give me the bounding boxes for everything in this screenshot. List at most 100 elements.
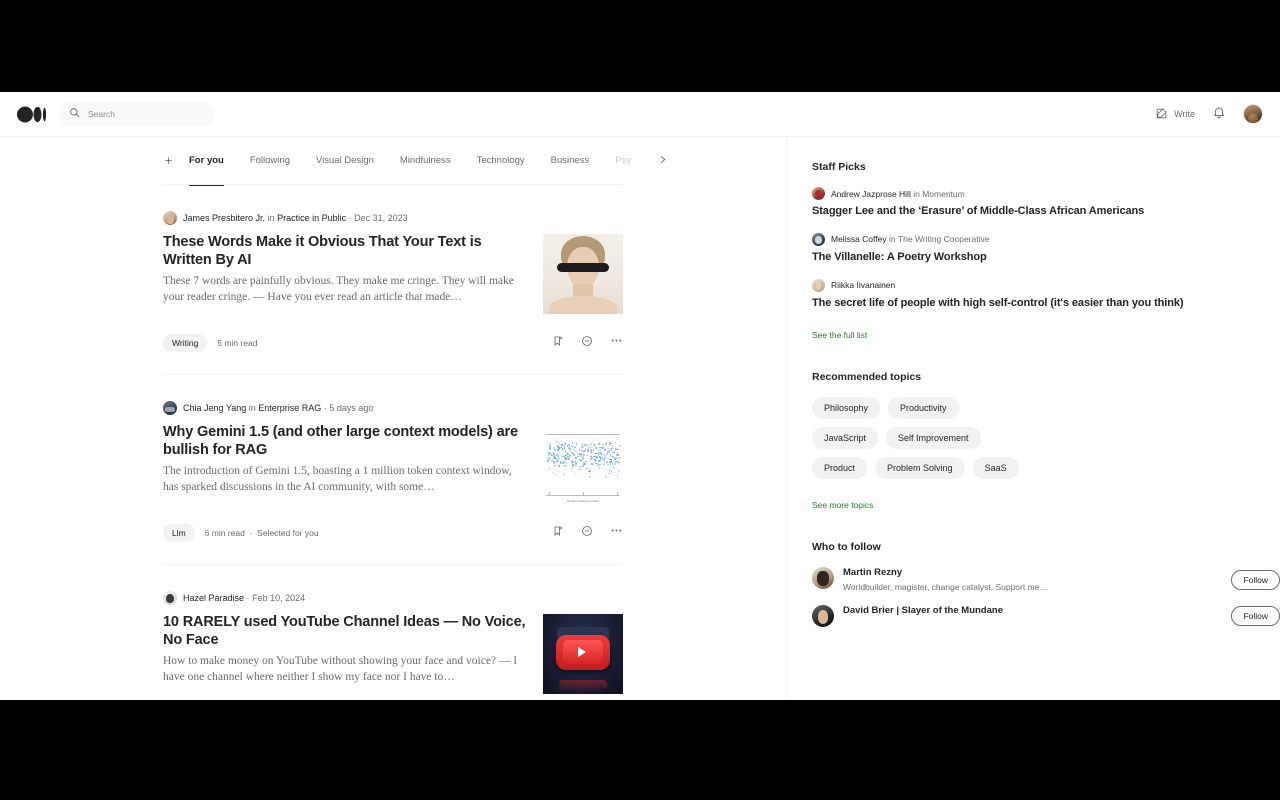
- topic-chip-philosophy[interactable]: Philosophy: [812, 396, 881, 419]
- article-excerpt: How to make money on YouTube without sho…: [163, 655, 518, 684]
- bookmark-plus-icon: [552, 334, 564, 352]
- suggestion-avatar[interactable]: [812, 605, 834, 628]
- topics-list: Philosophy Productivity JavaScript Self …: [812, 396, 1027, 479]
- article-card[interactable]: Hazel Paradise · Feb 10, 2024 10 RARELY …: [163, 565, 623, 700]
- tab-following[interactable]: Following: [250, 137, 290, 185]
- feed-tabs: For you Following Visual Design Mindfuln…: [163, 137, 666, 186]
- tab-business[interactable]: Business: [551, 137, 590, 185]
- pick-author[interactable]: Andrew Jazprose Hill: [831, 189, 911, 199]
- see-full-list-link[interactable]: See the full list: [812, 330, 867, 340]
- topic-chip-product[interactable]: Product: [812, 456, 868, 479]
- article-meta: James Presbitero Jr. in Practice in Publ…: [163, 211, 623, 225]
- pick-publication[interactable]: The Writing Cooperative: [898, 234, 990, 244]
- suggestion-bio: Worldbuilder, magister, change catalyst.…: [843, 581, 1048, 592]
- pick-author-avatar[interactable]: [812, 232, 825, 246]
- search-box[interactable]: [59, 102, 215, 126]
- more-options-button[interactable]: [610, 334, 623, 352]
- article-byline: Hazel Paradise · Feb 10, 2024: [183, 593, 305, 603]
- follow-button[interactable]: Follow: [1231, 606, 1280, 627]
- tab-technology[interactable]: Technology: [477, 137, 525, 185]
- topic-chip-saas[interactable]: SaaS: [972, 456, 1019, 479]
- ellipsis-icon: [610, 524, 623, 542]
- author-avatar[interactable]: [163, 211, 177, 225]
- notifications-button[interactable]: [1212, 105, 1226, 124]
- article-tag[interactable]: Writing: [163, 334, 208, 352]
- recommended-topics-section: Recommended topics Philosophy Productivi…: [812, 371, 1280, 513]
- pick-title[interactable]: The secret life of people with high self…: [812, 297, 1280, 311]
- browser-viewport: Write: [0, 92, 1280, 700]
- write-button[interactable]: Write: [1155, 107, 1195, 122]
- pick-title[interactable]: Stagger Lee and the ‘Erasure’ of Middle-…: [812, 205, 1280, 219]
- bookmark-plus-icon: [552, 524, 564, 542]
- minus-circle-icon: [581, 524, 593, 542]
- suggestion-name[interactable]: Martin Rezny: [843, 567, 1222, 579]
- article-thumbnail[interactable]: Number of tokens in context: [543, 424, 623, 504]
- tabs-next-button[interactable]: [657, 152, 668, 170]
- article-meta: Chia Jeng Yang in Enterprise RAG · 5 day…: [163, 401, 623, 415]
- author-avatar[interactable]: [163, 591, 177, 605]
- pick-author-avatar[interactable]: [812, 278, 825, 292]
- staff-pick-item[interactable]: Andrew Jazprose Hill in Momentum Stagger…: [812, 187, 1280, 219]
- article-date: Dec 31, 2023: [354, 213, 408, 223]
- selected-for-you-label: Selected for you: [257, 528, 319, 538]
- suggestion-name[interactable]: David Brier | Slayer of the Mundane: [843, 605, 1222, 617]
- author-name[interactable]: James Presbitero Jr.: [183, 213, 265, 223]
- article-card[interactable]: Chia Jeng Yang in Enterprise RAG · 5 day…: [163, 375, 623, 565]
- header-actions: Write: [1155, 104, 1263, 124]
- article-thumbnail[interactable]: [543, 614, 623, 694]
- staff-pick-item[interactable]: Melissa Coffey in The Writing Cooperativ…: [812, 232, 1280, 265]
- topic-chip-self-improvement[interactable]: Self Improvement: [886, 426, 981, 449]
- author-name[interactable]: Chia Jeng Yang: [183, 403, 246, 413]
- article-meta: Hazel Paradise · Feb 10, 2024: [163, 591, 623, 605]
- article-excerpt: These 7 words are painfully obvious. The…: [163, 275, 514, 304]
- pick-title[interactable]: The Villanelle: A Poetry Workshop: [812, 251, 1280, 265]
- article-card[interactable]: James Presbitero Jr. in Practice in Publ…: [163, 185, 623, 375]
- tab-psychology[interactable]: Psy: [615, 137, 631, 185]
- staff-picks-section: Staff Picks Andrew Jazprose Hill in Mome…: [812, 161, 1280, 343]
- article-excerpt: The introduction of Gemini 1.5, boasting…: [163, 465, 512, 494]
- tab-visual-design[interactable]: Visual Design: [316, 137, 374, 185]
- pick-author[interactable]: Riikka Iivanainen: [831, 280, 895, 290]
- topic-chip-productivity[interactable]: Productivity: [888, 396, 959, 419]
- tab-for-you[interactable]: For you: [189, 137, 224, 186]
- author-name[interactable]: Hazel Paradise: [183, 593, 244, 603]
- article-read-time: 5 min read: [217, 338, 258, 348]
- user-avatar[interactable]: [1243, 104, 1263, 124]
- article-title[interactable]: Why Gemini 1.5 (and other large context …: [163, 424, 529, 459]
- article-title[interactable]: 10 RARELY used YouTube Channel Ideas — N…: [163, 614, 529, 649]
- see-more-topics-link[interactable]: See more topics: [812, 500, 873, 510]
- publication-name[interactable]: Enterprise RAG: [258, 403, 321, 413]
- page-body: For you Following Visual Design Mindfuln…: [0, 137, 1280, 700]
- bell-icon: [1212, 105, 1226, 124]
- sidebar: Staff Picks Andrew Jazprose Hill in Mome…: [787, 137, 1280, 700]
- article-title[interactable]: These Words Make it Obvious That Your Te…: [163, 234, 529, 269]
- who-to-follow-title: Who to follow: [812, 540, 881, 553]
- follow-button[interactable]: Follow: [1231, 570, 1280, 590]
- more-options-button[interactable]: [610, 524, 623, 542]
- article-date: Feb 10, 2024: [252, 593, 306, 603]
- pencil-square-icon: [1155, 107, 1168, 122]
- recommended-topics-title: Recommended topics: [812, 370, 922, 383]
- pick-publication[interactable]: Momentum: [922, 189, 965, 199]
- staff-pick-item[interactable]: Riikka Iivanainen The secret life of peo…: [812, 278, 1280, 311]
- pick-author[interactable]: Melissa Coffey: [831, 234, 887, 244]
- topic-chip-problem-solving[interactable]: Problem Solving: [875, 456, 965, 479]
- tab-mindfulness[interactable]: Mindfulness: [400, 137, 451, 185]
- follow-suggestion: Martin Rezny Worldbuilder, magister, cha…: [812, 566, 1280, 593]
- medium-logo-icon[interactable]: [17, 106, 47, 123]
- search-input[interactable]: [88, 109, 205, 119]
- show-less-button[interactable]: [581, 334, 593, 352]
- show-less-button[interactable]: [581, 524, 593, 542]
- save-button[interactable]: [552, 334, 564, 352]
- publication-name[interactable]: Practice in Public: [277, 213, 346, 223]
- topic-chip-javascript[interactable]: JavaScript: [812, 426, 879, 449]
- save-button[interactable]: [552, 524, 564, 542]
- article-read-time: 6 min read · Selected for you: [204, 528, 319, 538]
- article-tag[interactable]: Llm: [163, 524, 195, 542]
- ellipsis-icon: [610, 334, 623, 352]
- article-thumbnail[interactable]: [543, 234, 623, 314]
- author-avatar[interactable]: [163, 401, 177, 415]
- pick-author-avatar[interactable]: [812, 187, 825, 200]
- suggestion-avatar[interactable]: [812, 566, 834, 589]
- add-topic-button[interactable]: [163, 155, 189, 166]
